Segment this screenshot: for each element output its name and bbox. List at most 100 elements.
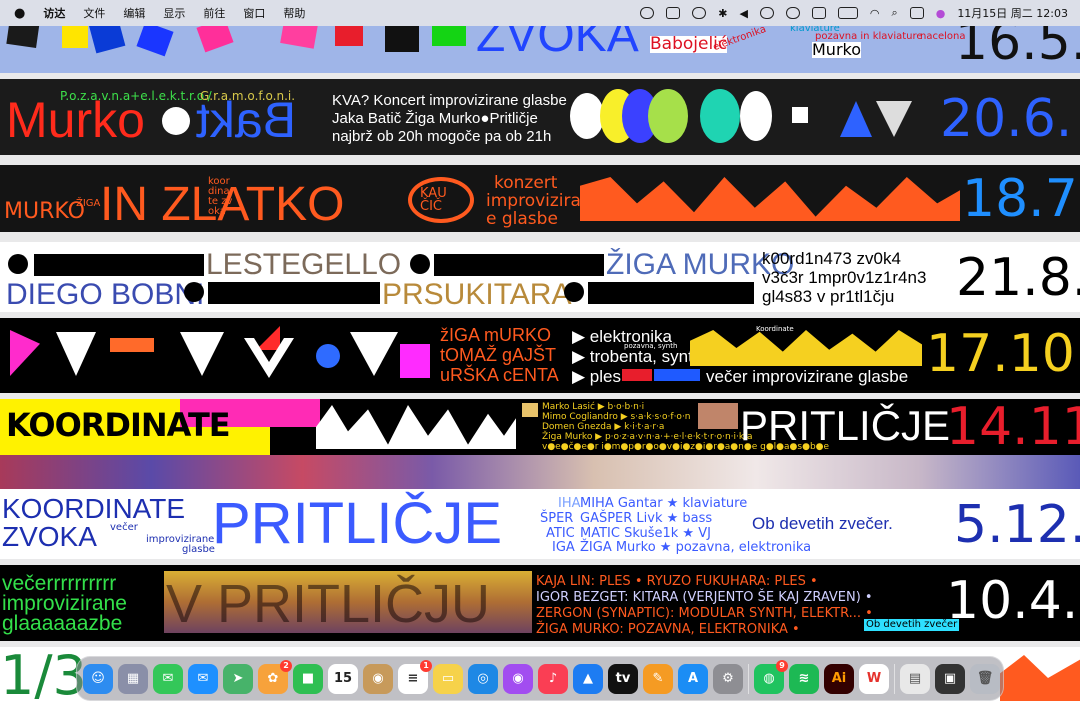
poster-title: ZVOKA <box>2 521 97 552</box>
redaction-bar <box>434 254 604 276</box>
vpn-icon[interactable] <box>692 7 707 19</box>
pages-icon: ✎ <box>652 671 664 686</box>
menu-window[interactable]: 窗口 <box>243 5 265 21</box>
poster-text: IGOR BEZGET: KITARA (VERJENTO ŠE KAJ ZRA… <box>536 590 873 605</box>
poster-14-11: KOORDINATE Marko Lasić ▶ b·o·b·n·i Mimo … <box>0 399 1080 455</box>
dock-app-pages[interactable]: ✎ <box>643 663 673 694</box>
battery-icon[interactable] <box>837 7 858 19</box>
poster-21-8: LESTEGELLO ŽIGA MURKO DIEGO BOBNI PRSUKI… <box>0 242 1080 312</box>
siri-icon[interactable]: ● <box>936 7 946 20</box>
dock-app-system-settings[interactable]: ⚙ <box>713 663 743 694</box>
dock-app-facetime[interactable]: ■ <box>293 663 323 694</box>
menu-view[interactable]: 显示 <box>163 5 185 21</box>
poster-date: 5.12. <box>954 495 1080 555</box>
poster-text: glasbe <box>182 544 215 555</box>
dock-app-recent[interactable]: ▣ <box>935 663 965 694</box>
media-icon[interactable] <box>759 7 774 19</box>
poster-10-4: večerrrrrrrrrr improvizirane glaaaaaazbe… <box>0 565 1080 641</box>
shape <box>432 26 466 46</box>
poster-16-5: ZVOKA Babojelić elektronika klaviature p… <box>0 26 1080 73</box>
poster-text: Koordinate <box>756 325 794 333</box>
poster-text: Ob devetih zvečer. <box>752 514 893 533</box>
poster-date: 14.11. <box>946 399 1080 455</box>
dock-app-mail[interactable]: ✉ <box>188 663 218 694</box>
photo-strip <box>0 455 1080 489</box>
wps-icon: W <box>866 671 882 686</box>
poster-text: LESTEGELLO <box>206 248 402 281</box>
shape <box>62 26 88 48</box>
screen-record-icon[interactable] <box>640 7 655 19</box>
reminders-icon: ≡ <box>407 671 419 686</box>
poster-title: KOORDINATE <box>6 406 231 444</box>
redaction-bar <box>208 282 380 304</box>
poster-text: večer improvizirane glasbe <box>706 367 909 386</box>
poster-text: IHA <box>558 496 581 511</box>
poster-text: gl4s83 v pr1tl1čju <box>762 287 895 306</box>
clock-text[interactable]: 11月15日 周二 12:03 <box>957 5 1068 21</box>
dock-app-spotify[interactable]: ≋ <box>789 663 819 694</box>
shape <box>840 101 872 137</box>
volume-icon[interactable]: ◀ <box>739 7 747 20</box>
spotify-icon: ≋ <box>798 671 810 686</box>
poster-title: Murko <box>6 92 145 148</box>
bluetooth-icon[interactable]: ✱ <box>718 7 727 20</box>
dock-app-calendar[interactable]: 15 <box>328 663 358 694</box>
dock-app-safari[interactable]: ◎ <box>468 663 498 694</box>
dock-app-maps[interactable]: ➤ <box>223 663 253 694</box>
dock-app-wps[interactable]: W <box>859 663 889 694</box>
play-icon[interactable] <box>785 7 800 19</box>
poster-text: Žiga Murko ▶ p·o·z·a·v·n·a·+·e·l·e·k·t·r… <box>542 432 753 442</box>
shape <box>88 26 126 54</box>
control-center-icon[interactable] <box>909 7 924 19</box>
poster-text: tOMAŽ gAJŠT <box>440 345 557 365</box>
menu-edit[interactable]: 编辑 <box>123 5 145 21</box>
dock-app-launchpad[interactable]: ▦ <box>118 663 148 694</box>
grid-icon[interactable] <box>811 7 826 19</box>
poster-text: IGA <box>552 540 575 555</box>
dock-app-illustrator[interactable]: Ai <box>824 663 854 694</box>
menu-go[interactable]: 前往 <box>203 5 225 21</box>
menu-finder[interactable]: 访达 <box>43 5 65 21</box>
shape <box>10 330 40 376</box>
dock-app-finder[interactable]: ☺ <box>83 663 113 694</box>
apple-menu-icon[interactable]: ● <box>14 6 25 21</box>
poster-title: V PRITLIČJU <box>166 574 491 634</box>
dock-app-photos[interactable]: ✿ 2 <box>258 659 292 694</box>
input-method-icon[interactable] <box>666 7 681 19</box>
mail-icon: ✉ <box>197 671 209 686</box>
dock-app-tv[interactable]: tv <box>608 663 638 694</box>
dock-app-keynote[interactable]: ▲ <box>573 663 603 694</box>
wechat-icon: ◍ <box>763 671 775 686</box>
dock-app-wechat[interactable]: ◍ 9 <box>754 659 788 694</box>
wifi-icon[interactable]: ◠ <box>870 7 880 20</box>
dock-app-contacts[interactable]: ◉ <box>363 663 393 694</box>
dock-app-notes[interactable]: ▭ <box>433 663 463 694</box>
poster-text: konzert <box>494 173 558 193</box>
poster-text: ▶ trobenta, synth <box>572 347 703 366</box>
poster-text: PRITLIČJE <box>740 402 951 449</box>
poster-20-6: P.o.z.a.v.n.a+e.l.e.k.t.r.o./ G.r.a.m.o.… <box>0 79 1080 155</box>
poster-text: Jaka Batič Žiga Murko●Pritličje <box>332 110 538 127</box>
photo-thumb <box>522 403 538 417</box>
shape <box>56 332 96 376</box>
menu-help[interactable]: 帮助 <box>283 5 305 21</box>
poster-text: glaaaaaazbe <box>2 612 123 635</box>
poster-18-7: MURKO ŽIGA IN ZLATKO koor dina te zv oka… <box>0 165 1080 232</box>
dock-app-music[interactable]: ♪ <box>538 663 568 694</box>
poster-text: MIHA Gantar ★ klaviature <box>580 496 748 511</box>
dock-app-trash[interactable]: 🗑 <box>970 663 1000 694</box>
dock-app-messages[interactable]: ✉ <box>153 663 183 694</box>
poster-text: ▶ ples <box>572 367 621 386</box>
shape <box>335 26 363 46</box>
dock-app-reminders[interactable]: ≡ 1 <box>398 659 432 694</box>
dock-app-podcasts[interactable]: ◉ <box>503 663 533 694</box>
illustrator-icon: Ai <box>831 671 847 686</box>
dock-app-app-store[interactable]: A <box>678 663 708 694</box>
contacts-icon: ◉ <box>372 671 384 686</box>
poster-text: ŽIGA MURKO: POZAVNA, ELEKTRONIKA • <box>536 622 800 637</box>
menu-file[interactable]: 文件 <box>83 5 105 21</box>
dock-app-preview[interactable]: ▤ <box>900 663 930 694</box>
shape-cluster <box>316 405 516 449</box>
search-icon[interactable]: ⌕ <box>892 6 898 20</box>
finder-icon: ☺ <box>91 671 105 686</box>
